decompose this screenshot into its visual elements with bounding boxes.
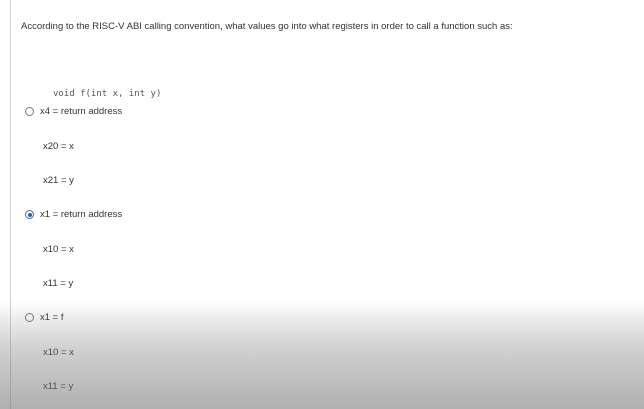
answer-option-2[interactable]: x1 = return address [25,209,122,220]
option-1-line-3: x21 = y [43,175,74,186]
answer-option-1[interactable]: x4 = return address [25,106,122,117]
radio-button-2-selected[interactable] [25,210,34,219]
option-3-line-2: x10 = x [43,347,74,358]
option-3-line-1: x1 = f [40,312,64,323]
option-2-line-2: x10 = x [43,244,74,255]
option-2-line-3: x11 = y [43,278,74,289]
option-2-line-1: x1 = return address [40,209,123,220]
radio-button-1[interactable] [25,107,34,116]
option-3-line-3: x11 = y [43,381,74,392]
option-1-line-1: x4 = return address [40,106,123,117]
option-1-line-2: x20 = x [43,141,74,152]
question-panel: According to the RISC-V ABI calling conv… [10,0,644,409]
question-text: According to the RISC-V ABI calling conv… [21,21,513,32]
radio-button-3[interactable] [25,313,34,322]
code-snippet: void f(int x, int y) [53,89,162,99]
answer-option-3[interactable]: x1 = f [25,312,64,323]
